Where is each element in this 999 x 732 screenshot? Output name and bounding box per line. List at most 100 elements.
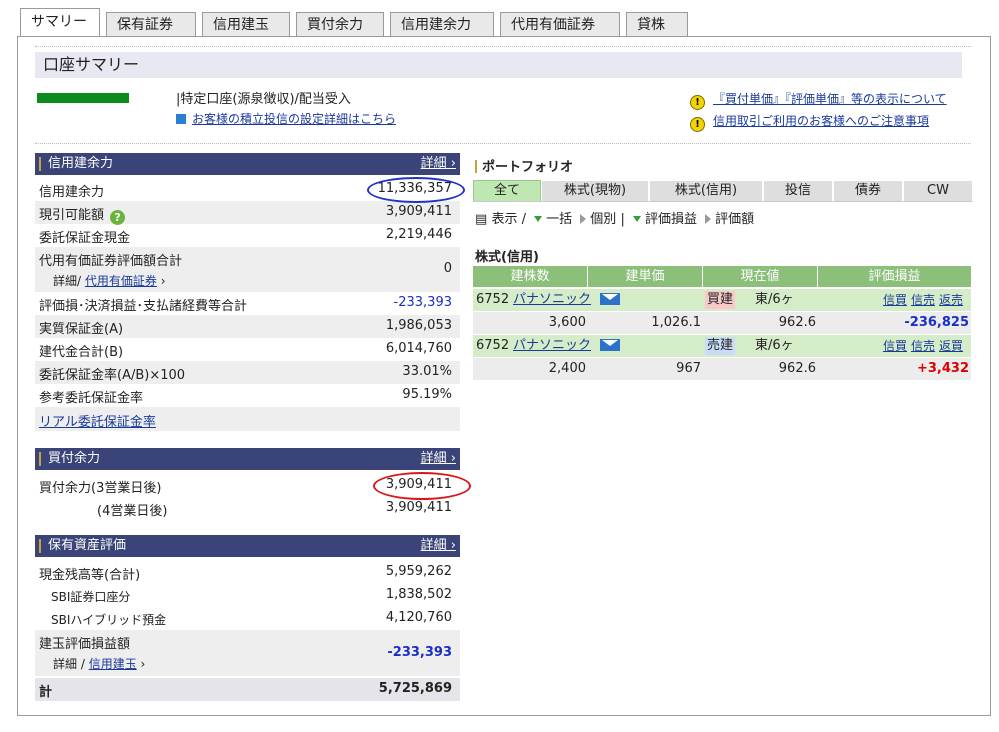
- row-label: 委託保証金現金: [39, 231, 131, 246]
- view-individual-text[interactable]: 個別: [590, 212, 616, 227]
- pf-tab-all[interactable]: 全て: [473, 180, 541, 202]
- tab-stock-lending[interactable]: 貸株: [626, 12, 688, 36]
- stock-code: 6752: [476, 292, 510, 307]
- stock-name-link[interactable]: パナソニック: [513, 289, 591, 311]
- red-circle-annotation: [373, 472, 471, 500]
- credit-row-cash: 委託保証金現金 2,219,446: [35, 224, 460, 247]
- assets-row-cash-total: 現金残高等(合計) 5,959,262: [35, 561, 460, 584]
- accumulation-settings-link[interactable]: お客様の積立投信の設定詳細はこちら: [176, 110, 396, 127]
- view-value[interactable]: 評価額: [701, 212, 754, 227]
- action-close-sell[interactable]: 返売: [939, 293, 963, 307]
- row-value: 3,909,411: [385, 500, 452, 515]
- view-options: ▤ 表示 / 一括 個別 | 評価損益 評価額: [475, 208, 754, 227]
- tab-margin-capacity[interactable]: 信用建余力: [390, 12, 494, 36]
- page-title: 口座サマリー: [35, 52, 962, 78]
- mail-icon[interactable]: [600, 289, 620, 311]
- tab-buying-power[interactable]: 買付余力: [296, 12, 384, 36]
- exclamation-icon: !: [690, 95, 705, 110]
- tab-collateral[interactable]: 代用有価証券: [500, 12, 620, 36]
- action-credit-sell[interactable]: 信売: [911, 339, 935, 353]
- account-name-redacted: [37, 93, 129, 103]
- credit-row-ref-rate: 参考委託保証金率 95.19%: [35, 384, 460, 407]
- row-label: 現引可能額: [39, 208, 105, 223]
- view-bulk[interactable]: 一括: [530, 212, 572, 227]
- view-pnl-text[interactable]: 評価損益: [645, 212, 697, 227]
- stock-code: 6752: [476, 338, 510, 353]
- col-header-current: 現在値: [703, 266, 818, 287]
- row-value: 1,838,502: [385, 587, 452, 602]
- action-credit-sell[interactable]: 信売: [911, 293, 935, 307]
- row-value: 0: [443, 261, 452, 276]
- notice-margin-link[interactable]: 信用取引ご利用のお客様へのご注意事項: [713, 114, 929, 128]
- pf-tab-bonds[interactable]: 債券: [833, 180, 903, 202]
- view-individual[interactable]: 個別: [576, 212, 616, 227]
- row-label: 参考委託保証金率: [39, 391, 144, 406]
- table-row: 2,400 967 962.6 +3,432: [473, 358, 971, 380]
- sub-prefix: 詳細 /: [53, 657, 89, 671]
- assets-detail-text[interactable]: 詳細: [421, 538, 447, 553]
- row-value: -233,393: [387, 645, 452, 660]
- qty-value: 3,600: [548, 315, 586, 330]
- assets-row-position-pnl: 建玉評価損益額 詳細 / 信用建玉 › -233,393: [35, 630, 460, 676]
- portfolio-title-text: ポートフォリオ: [482, 160, 574, 175]
- buying-detail-link[interactable]: 詳細 ›: [421, 448, 456, 470]
- row-value: 5,959,262: [385, 564, 452, 579]
- row-label: 買付余力(3営業日後): [39, 481, 162, 496]
- action-credit-buy[interactable]: 信買: [883, 339, 907, 353]
- credit-detail-link[interactable]: 詳細 ›: [421, 153, 456, 175]
- mail-icon[interactable]: [600, 335, 620, 357]
- action-credit-buy[interactable]: 信買: [883, 293, 907, 307]
- notice-price-display[interactable]: ! 『買付単価』『評価単価』等の表示について: [690, 90, 947, 110]
- market-term: 東/6ヶ: [755, 292, 794, 307]
- help-icon[interactable]: ?: [110, 210, 126, 225]
- pf-tab-funds[interactable]: 投信: [763, 180, 833, 202]
- row-value: 33.01%: [402, 364, 452, 379]
- buying-panel-title: 買付余力: [48, 451, 101, 466]
- sub-prefix: 詳細/: [53, 274, 85, 288]
- qty-value: 2,400: [548, 361, 586, 376]
- view-value-text[interactable]: 評価額: [715, 212, 754, 227]
- notice-margin-caution[interactable]: ! 信用取引ご利用のお客様へのご注意事項: [690, 112, 929, 132]
- view-bulk-text[interactable]: 一括: [546, 212, 572, 227]
- current-value: 962.6: [778, 315, 816, 330]
- table-row: 3,600 1,026.1 962.6 -236,825: [473, 312, 971, 334]
- pf-tab-stock-margin[interactable]: 株式(信用): [649, 180, 763, 202]
- current-value: 962.6: [778, 361, 816, 376]
- pf-tab-stock-cash[interactable]: 株式(現物): [541, 180, 649, 202]
- row-value: 3,909,411: [385, 204, 452, 219]
- real-margin-rate-link[interactable]: リアル委託保証金率: [39, 411, 156, 430]
- tab-margin-positions[interactable]: 信用建玉: [202, 12, 290, 36]
- col-header-price: 建単価: [588, 266, 703, 287]
- view-pnl[interactable]: 評価損益: [629, 212, 697, 227]
- stock-name-link[interactable]: パナソニック: [513, 335, 591, 357]
- list-icon: ▤: [475, 212, 488, 227]
- tab-summary[interactable]: サマリー: [20, 8, 100, 37]
- triangle-down-icon: [632, 216, 641, 222]
- row-label: 計: [39, 685, 53, 700]
- buying-row-4days: (4営業日後) 3,909,411: [35, 497, 460, 520]
- pf-tab-cw[interactable]: CW: [903, 180, 973, 202]
- header-accent: [39, 157, 41, 171]
- tab-holdings[interactable]: 保有証券: [106, 12, 196, 36]
- row-label: 建玉評価損益額: [39, 637, 131, 652]
- row-value: 95.19%: [402, 387, 452, 402]
- row-label: 実質保証金(A): [39, 322, 124, 337]
- action-close-buy[interactable]: 返買: [939, 339, 963, 353]
- assets-detail-link[interactable]: 詳細 ›: [421, 535, 456, 557]
- col-header-pnl: 評価損益: [818, 266, 971, 287]
- credit-detail-text[interactable]: 詳細: [421, 156, 447, 171]
- accumulation-link-text[interactable]: お客様の積立投信の設定詳細はこちら: [192, 112, 396, 126]
- row-label: 委託保証金率(A/B)×100: [39, 368, 186, 383]
- notice-price-link[interactable]: 『買付単価』『評価単価』等の表示について: [713, 92, 947, 106]
- assets-row-hybrid: SBIハイブリッド預金 4,120,760: [35, 607, 460, 630]
- view-label: 表示: [491, 212, 518, 227]
- assets-row-total: 計 5,725,869: [35, 678, 460, 701]
- row-label: 評価損･決済損益･支払諸経費等合計: [39, 299, 248, 314]
- pnl-value: +3,432: [916, 361, 969, 376]
- price-value: 967: [676, 361, 701, 376]
- buying-detail-text[interactable]: 詳細: [421, 451, 447, 466]
- credit-row-margin-a: 実質保証金(A) 1,986,053: [35, 315, 460, 338]
- collateral-link[interactable]: 代用有価証券: [85, 274, 157, 288]
- margin-positions-link[interactable]: 信用建玉: [89, 657, 137, 671]
- assets-row-sbi: SBI証券口座分 1,838,502: [35, 584, 460, 607]
